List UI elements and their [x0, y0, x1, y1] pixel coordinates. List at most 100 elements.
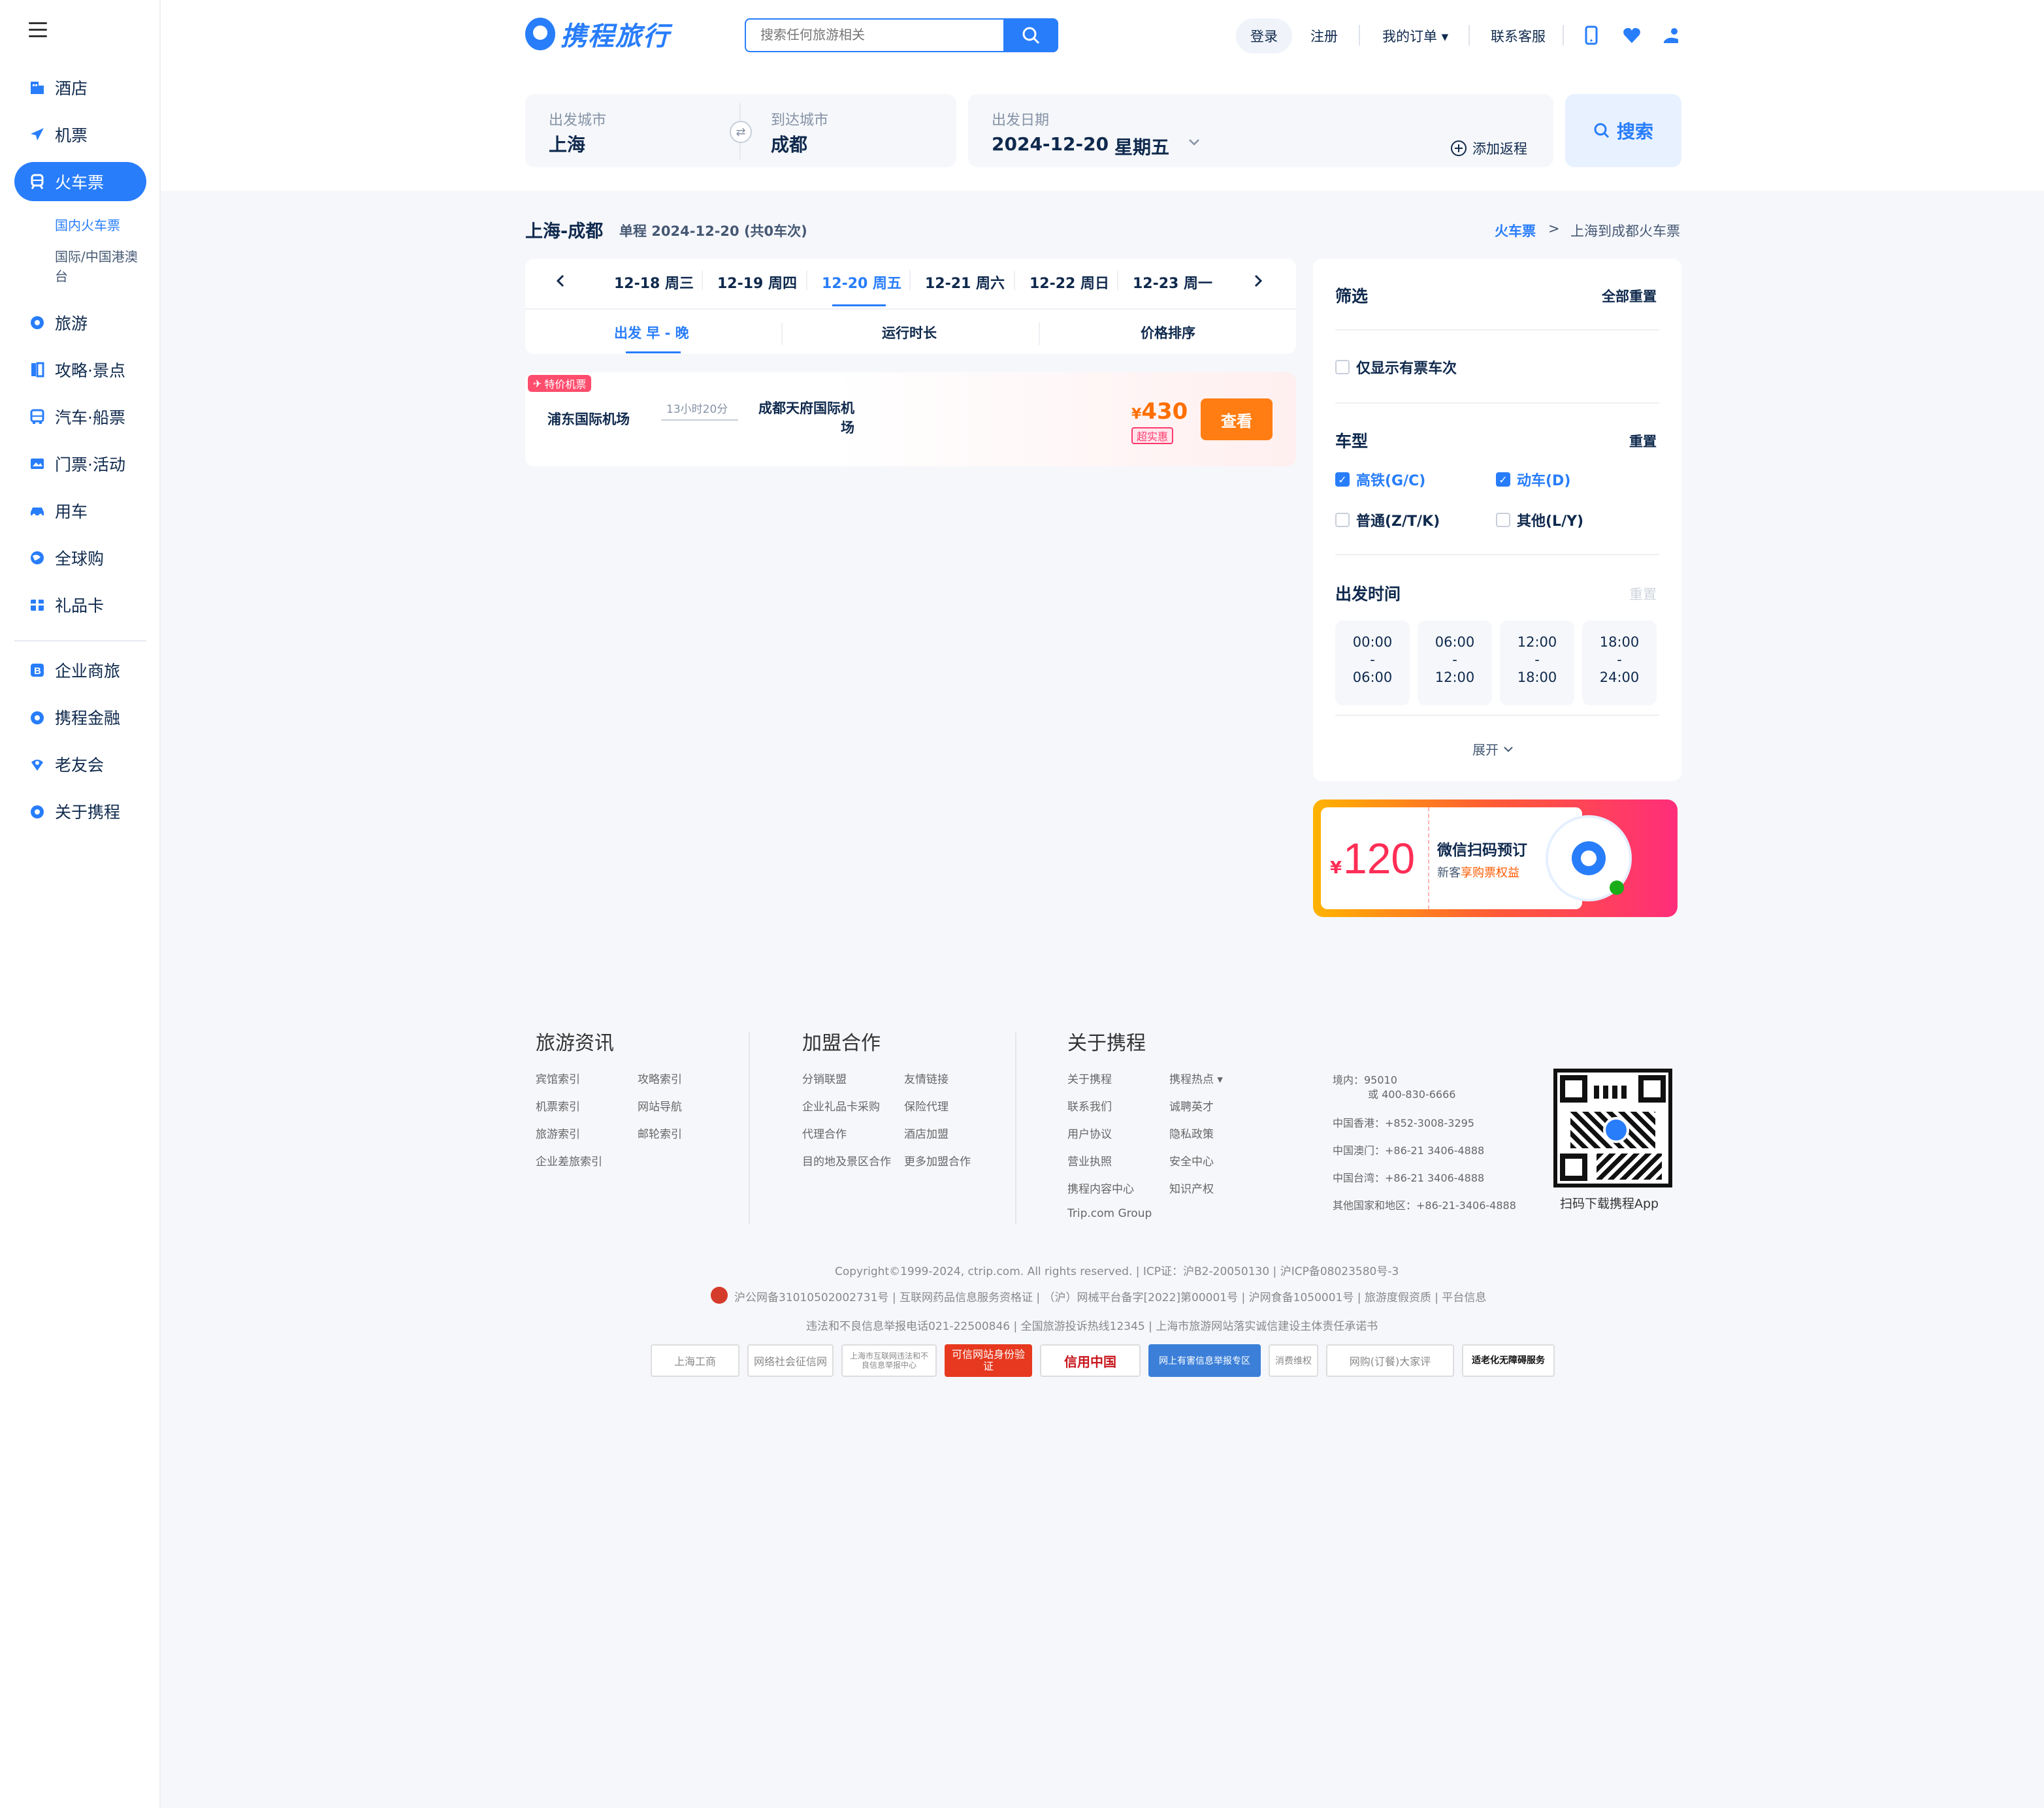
global-search-button[interactable] — [1003, 18, 1058, 52]
reset-all-filters[interactable]: 全部重置 — [1602, 286, 1657, 306]
user-account-icon[interactable] — [1661, 24, 1681, 47]
date-tab[interactable]: 12-21 周六 — [925, 272, 1005, 293]
sidebar-item-giftcard[interactable]: 礼品卡 — [14, 585, 146, 624]
footer-link[interactable]: 关于携程 — [1067, 1070, 1112, 1086]
footer-link[interactable]: 友情链接 — [904, 1070, 949, 1086]
sidebar-item-tickets[interactable]: 门票·活动 — [14, 444, 146, 483]
badge-shanghai-icbc[interactable]: 上海工商 — [651, 1344, 739, 1377]
time-range-tile[interactable]: 12:00 - 18:00 — [1500, 621, 1574, 705]
date-tab[interactable]: 12-22 周日 — [1030, 272, 1109, 293]
breadcrumb-train[interactable]: 火车票 — [1495, 221, 1536, 240]
footer-link[interactable]: 诚聘英才 — [1169, 1097, 1214, 1114]
footer-link[interactable]: 邮轮索引 — [638, 1125, 682, 1141]
type-gaotie-checkbox[interactable]: ✓ 高铁(G/C) — [1335, 469, 1425, 490]
footer-link[interactable]: 更多加盟合作 — [904, 1152, 971, 1169]
footer-link[interactable]: 企业礼品卡采购 — [802, 1097, 880, 1114]
login-button[interactable]: 登录 — [1236, 18, 1292, 54]
from-city-value[interactable]: 上海 — [549, 131, 585, 157]
badge-consumer-rights[interactable]: 消费维权 — [1269, 1344, 1318, 1377]
sidebar-item-train[interactable]: 火车票 — [14, 162, 146, 201]
mobile-app-icon[interactable] — [1581, 24, 1602, 47]
time-start: 12:00 — [1517, 634, 1557, 650]
view-flight-button[interactable]: 查看 — [1201, 398, 1273, 440]
sort-by-price[interactable]: 价格排序 — [1141, 323, 1195, 342]
global-search-input[interactable] — [745, 18, 1003, 52]
sidebar-item-bus[interactable]: 汽车·船票 — [14, 397, 146, 436]
time-range-tile[interactable]: 18:00 - 24:00 — [1582, 621, 1657, 705]
footer-link[interactable]: 保险代理 — [904, 1097, 949, 1114]
swap-cities-icon[interactable]: ⇄ — [730, 121, 752, 143]
footer-report[interactable]: 违法和不良信息举报电话021-22500846 | 全国旅游投诉热线12345 … — [806, 1317, 1378, 1333]
my-orders-dropdown[interactable]: 我的订单 ▾ — [1382, 18, 1448, 54]
expand-filters-button[interactable]: 展开 — [1472, 739, 1514, 758]
sidebar-item-global-shop[interactable]: 全球购 — [14, 538, 146, 577]
footer-link[interactable]: 酒店加盟 — [904, 1125, 949, 1141]
footer-link[interactable]: 携程热点 ▾ — [1169, 1070, 1223, 1086]
footer-link[interactable]: 知识产权 — [1169, 1180, 1214, 1196]
add-return-button[interactable]: 添加返程 — [1450, 138, 1527, 158]
sidebar-item-travel[interactable]: 旅游 — [14, 303, 146, 342]
badge-accessibility[interactable]: 适老化无障碍服务 — [1462, 1344, 1555, 1377]
chevron-left-icon[interactable] — [555, 273, 566, 291]
sidebar-item-car[interactable]: 用车 — [14, 491, 146, 530]
sidebar-item-guide[interactable]: 攻略·景点 — [14, 350, 146, 389]
date-tab[interactable]: 12-23 周一 — [1133, 272, 1212, 293]
sidebar-subitem-domestic-train[interactable]: 国内火车票 — [55, 216, 146, 235]
footer-link[interactable]: Trip.com Group — [1067, 1207, 1152, 1220]
badge-credit-network[interactable]: 网络社会征信网 — [747, 1344, 834, 1377]
flight-price: ¥ 430 — [1131, 398, 1188, 425]
favorite-heart-icon[interactable] — [1621, 24, 1642, 47]
add-return-label: 添加返程 — [1472, 141, 1527, 157]
type-other-checkbox[interactable]: 其他(L/Y) — [1496, 509, 1583, 530]
footer-link[interactable]: 机票索引 — [536, 1097, 580, 1114]
train-type-reset[interactable]: 重置 — [1629, 431, 1657, 451]
footer-link[interactable]: 营业执照 — [1067, 1152, 1112, 1169]
badge-credit-china[interactable]: 信用中国 — [1040, 1344, 1141, 1377]
footer-link[interactable]: 网站导航 — [638, 1097, 682, 1114]
badge-online-review[interactable]: 网购(订餐)大家评 — [1326, 1344, 1454, 1377]
time-range-tile[interactable]: 06:00 - 12:00 — [1418, 621, 1492, 705]
badge-trusted-site[interactable]: 可信网站身份验证 — [945, 1344, 1032, 1377]
date-tab[interactable]: 12-18 周三 — [614, 272, 694, 293]
menu-icon[interactable] — [29, 22, 47, 37]
footer-link[interactable]: 代理合作 — [802, 1125, 847, 1141]
footer-link[interactable]: 宾馆索引 — [536, 1070, 580, 1086]
sidebar-item-hotel[interactable]: 酒店 — [14, 68, 146, 107]
sidebar-subitem-international-train[interactable]: 国际/中国港澳台 — [55, 247, 146, 286]
footer-link[interactable]: 攻略索引 — [638, 1070, 682, 1086]
chevron-right-icon[interactable] — [1253, 273, 1263, 291]
only-available-checkbox[interactable]: 仅显示有票车次 — [1335, 357, 1457, 378]
chevron-down-icon[interactable] — [1188, 137, 1201, 150]
sort-by-departure[interactable]: 出发 早 - 晚 — [614, 323, 689, 342]
sort-by-duration[interactable]: 运行时长 — [882, 323, 937, 342]
ctrip-logo-text: 携程旅行 — [560, 22, 670, 52]
type-dongche-checkbox[interactable]: ✓ 动车(D) — [1496, 469, 1570, 490]
footer-link[interactable]: 分销联盟 — [802, 1070, 847, 1086]
sidebar-item-club[interactable]: 老友会 — [14, 745, 146, 784]
customer-service-link[interactable]: 联系客服 — [1491, 18, 1546, 54]
register-link[interactable]: 注册 — [1310, 18, 1338, 54]
footer-license[interactable]: 沪公网备31010502002731号 | 互联网药品信息服务资格证 | （沪）… — [734, 1288, 1486, 1304]
badge-report-center[interactable]: 上海市互联网违法和不良信息举报中心 — [841, 1344, 937, 1377]
badge-harmful-info[interactable]: 网上有害信息举报专区 — [1148, 1344, 1261, 1377]
sidebar-item-finance[interactable]: 携程金融 — [14, 698, 146, 737]
footer-link[interactable]: 隐私政策 — [1169, 1125, 1214, 1141]
footer-link[interactable]: 旅游索引 — [536, 1125, 580, 1141]
footer-link[interactable]: 联系我们 — [1067, 1097, 1112, 1114]
sidebar-item-flight[interactable]: 机票 — [14, 115, 146, 154]
ctrip-logo[interactable]: 携程旅行 — [525, 16, 670, 52]
footer-link[interactable]: 用户协议 — [1067, 1125, 1112, 1141]
footer-link[interactable]: 安全中心 — [1169, 1152, 1214, 1169]
search-train-button[interactable]: 搜索 — [1565, 94, 1681, 167]
to-city-value[interactable]: 成都 — [771, 131, 807, 157]
depart-date-value[interactable]: 2024-12-20 — [992, 133, 1109, 155]
footer-link[interactable]: 携程内容中心 — [1067, 1180, 1134, 1196]
footer-link[interactable]: 企业差旅索引 — [536, 1152, 602, 1169]
date-tab-selected[interactable]: 12-20 周五 — [822, 272, 901, 293]
sidebar-item-about[interactable]: 关于携程 — [14, 792, 146, 831]
footer-link[interactable]: 目的地及景区合作 — [802, 1152, 891, 1169]
type-normal-checkbox[interactable]: 普通(Z/T/K) — [1335, 509, 1440, 530]
time-range-tile[interactable]: 00:00 - 06:00 — [1335, 621, 1410, 705]
date-tab[interactable]: 12-19 周四 — [717, 272, 797, 293]
sidebar-item-business[interactable]: B 企业商旅 — [14, 651, 146, 690]
